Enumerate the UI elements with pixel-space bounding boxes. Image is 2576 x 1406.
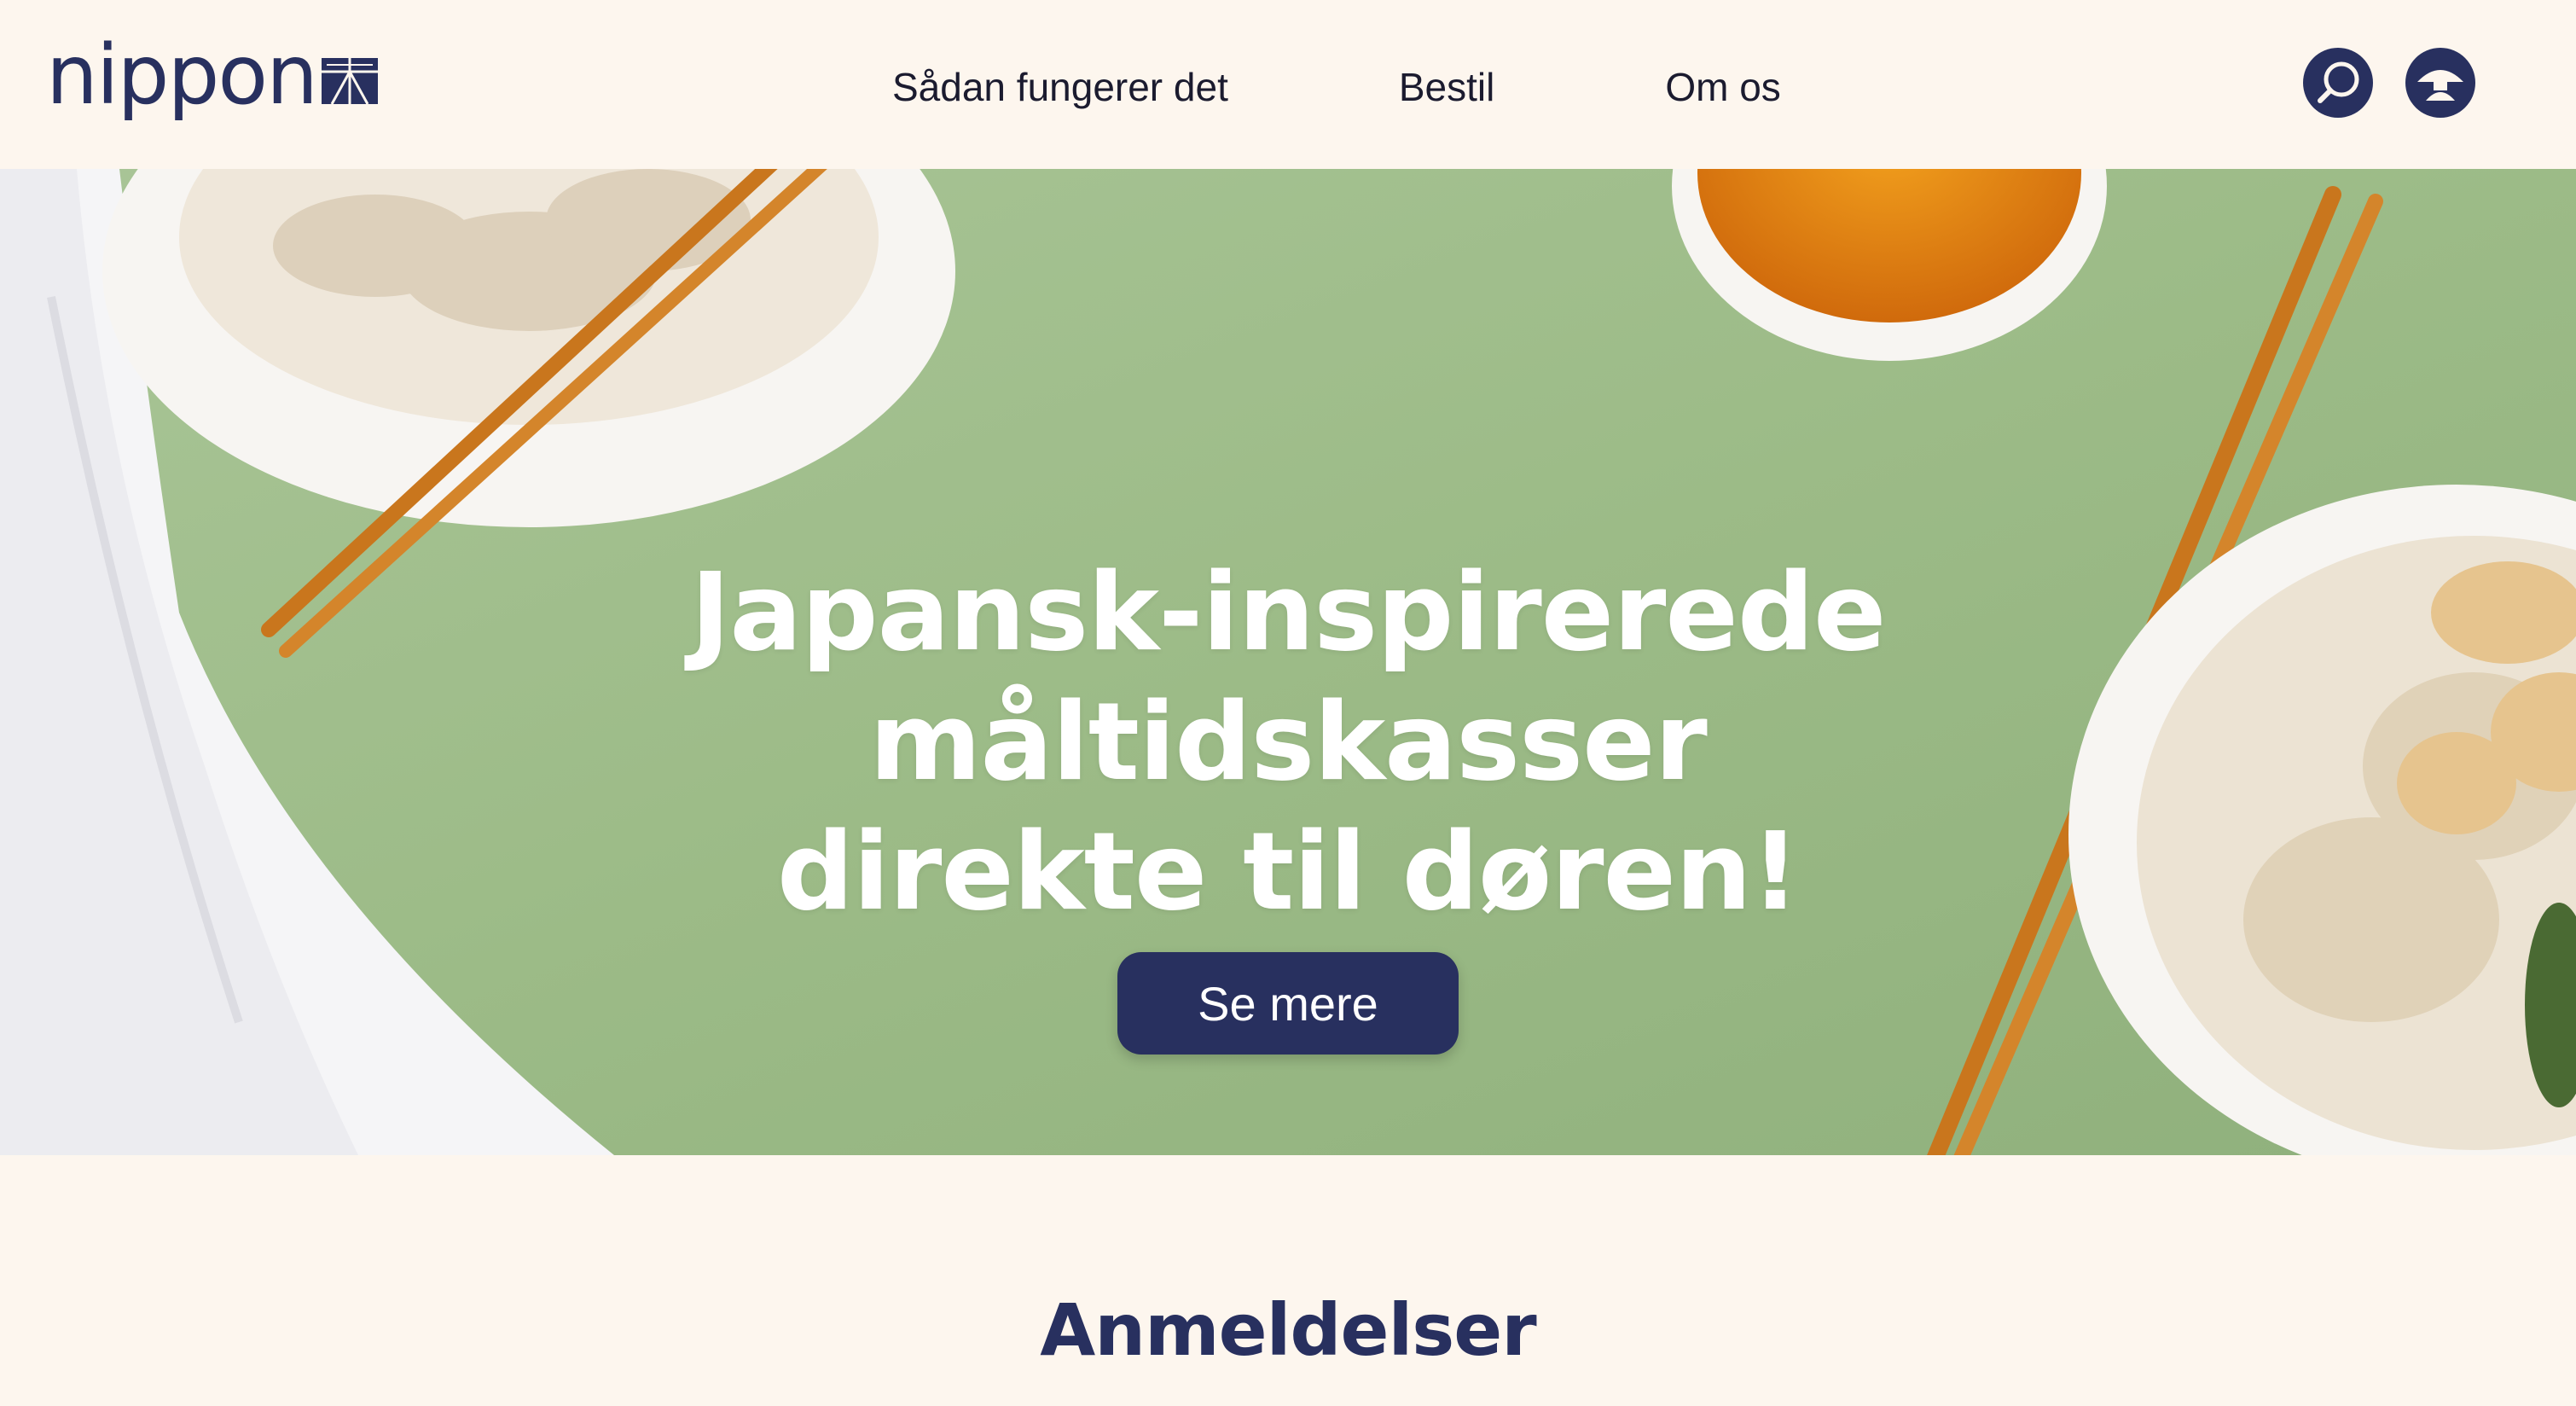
hero-banner: Japansk-inspirerede måltidskasser direkt… <box>0 169 2576 1155</box>
account-icon <box>2417 70 2463 101</box>
hero-title-line-1: Japansk-inspirerede <box>690 549 1886 676</box>
hero-title-line-3: direkte til døren! <box>776 809 1800 935</box>
site-header: nippon Sådan fungerer det Bestil Om os <box>0 0 2576 169</box>
search-icon <box>2318 61 2359 103</box>
nav-item-about[interactable]: Om os <box>1665 64 1780 110</box>
reviews-heading: Anmeldelser <box>1040 1288 1536 1372</box>
search-button[interactable] <box>2303 48 2373 118</box>
nav-item-how-it-works[interactable]: Sådan fungerer det <box>892 64 1228 110</box>
account-button[interactable] <box>2405 48 2475 118</box>
brand-logo[interactable]: nippon <box>46 24 378 126</box>
main-nav: Sådan fungerer det Bestil Om os <box>892 53 1781 121</box>
torii-grid-icon <box>321 58 378 105</box>
hero-title-line-2: måltidskasser <box>869 679 1708 805</box>
brand-name: nippon <box>46 27 318 123</box>
see-more-button[interactable]: Se mere <box>1117 952 1459 1054</box>
hero-title: Japansk-inspirerede måltidskasser direkt… <box>648 548 1928 937</box>
nav-item-order[interactable]: Bestil <box>1399 64 1494 110</box>
